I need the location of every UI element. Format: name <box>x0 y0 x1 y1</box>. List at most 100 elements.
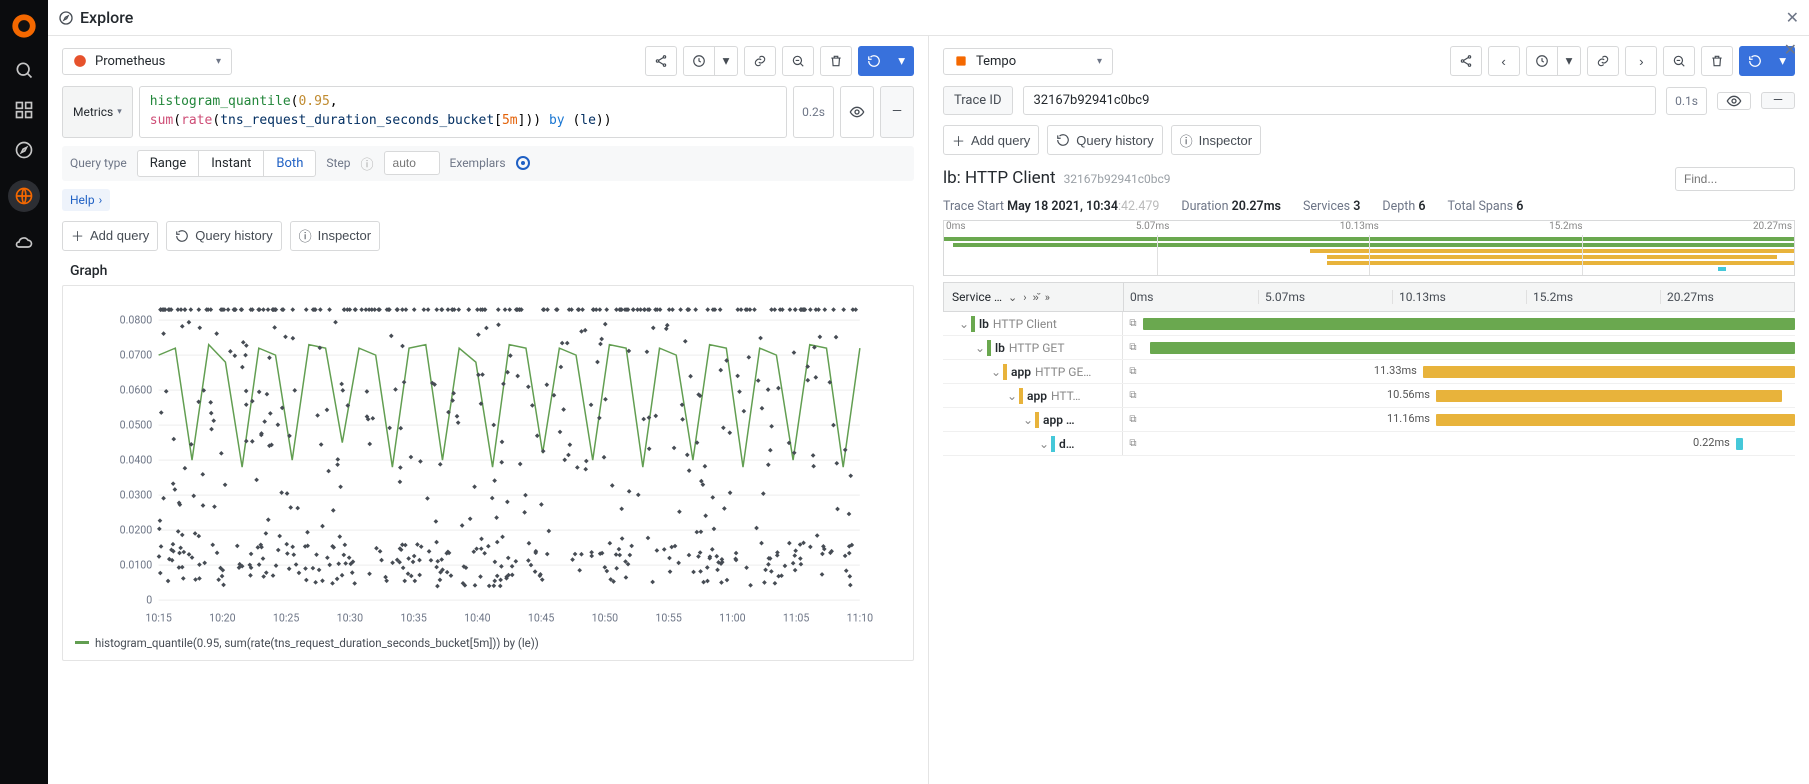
eye-icon[interactable] <box>1717 92 1751 110</box>
trace-minimap[interactable]: 0ms5.07ms10.13ms15.2ms20.27ms <box>943 220 1795 276</box>
span-op: HTTP Client <box>993 317 1057 331</box>
svg-text:10:40: 10:40 <box>464 611 490 624</box>
next-button[interactable]: › <box>1625 46 1657 76</box>
time-picker-button[interactable] <box>1526 46 1558 76</box>
query-editor[interactable]: histogram_quantile(0.95, sum(rate(tns_re… <box>139 86 787 138</box>
explore-header: Explore ✕ <box>48 0 1809 36</box>
datasource-picker-left[interactable]: Prometheus ▾ <box>62 48 232 75</box>
chevron-down-icon[interactable]: ⌄ <box>973 341 987 355</box>
graph-panel: 00.01000.02000.03000.04000.05000.06000.0… <box>62 285 914 661</box>
chevron-right-icon[interactable]: › <box>1023 291 1026 304</box>
find-input[interactable] <box>1675 167 1795 191</box>
search-icon[interactable] <box>14 60 34 80</box>
link-button[interactable] <box>744 46 776 76</box>
span-row[interactable]: ⌄ app HTTP GE… ⧉ 11.33ms <box>943 360 1795 384</box>
query-timing: 0.2s <box>793 86 834 138</box>
span-service: app <box>1011 365 1031 379</box>
log-icon[interactable]: ⧉ <box>1123 342 1143 353</box>
log-icon[interactable]: ⧉ <box>1123 366 1143 377</box>
trace-id-label: Trace ID <box>943 86 1013 115</box>
remove-query-button[interactable]: — <box>880 86 914 138</box>
svg-text:10:45: 10:45 <box>528 611 554 624</box>
help-button[interactable]: Help› <box>62 189 110 211</box>
metrics-browser-button[interactable]: Metrics▾ <box>62 86 133 138</box>
time-picker-button[interactable] <box>683 46 715 76</box>
chevron-down-icon: ▾ <box>117 107 122 117</box>
svg-text:0.0700: 0.0700 <box>120 348 153 361</box>
compass-icon <box>58 10 74 26</box>
inspector-button[interactable]: ⓘInspector <box>290 221 381 251</box>
zoom-out-button[interactable] <box>1663 46 1695 76</box>
query-history-button[interactable]: Query history <box>1047 125 1162 155</box>
span-color <box>1051 436 1055 452</box>
trace-id-input[interactable]: 32167b92941c0bc9 <box>1023 86 1657 115</box>
close-pane-icon[interactable]: ✕ <box>1784 40 1797 59</box>
span-service: d… <box>1059 437 1074 451</box>
span-service: lb <box>995 341 1005 355</box>
span-bar[interactable] <box>1436 390 1782 402</box>
chevron-down-icon[interactable]: ⌄ <box>1005 389 1019 403</box>
globe-icon[interactable] <box>8 180 40 212</box>
time-picker-dropdown[interactable]: ▾ <box>1558 46 1582 76</box>
inspector-button[interactable]: ⓘInspector <box>1171 125 1262 155</box>
run-button[interactable] <box>858 46 890 76</box>
chevron-down-icon: ▾ <box>216 56 221 67</box>
exemplars-toggle[interactable] <box>516 156 530 170</box>
span-bar[interactable] <box>1436 414 1795 426</box>
span-color <box>987 340 991 356</box>
chart-legend: histogram_quantile(0.95, sum(rate(tns_re… <box>69 632 907 654</box>
span-color <box>1003 364 1007 380</box>
collapse-all-icon[interactable]: »̌ <box>1033 291 1039 304</box>
span-op: HTTP GE… <box>1035 365 1091 379</box>
eye-icon[interactable] <box>840 86 874 138</box>
span-bar[interactable] <box>1736 438 1743 450</box>
query-type-toggle[interactable]: Range Instant Both <box>137 150 317 177</box>
span-row[interactable]: ⌄ lb HTTP GET ⧉ <box>943 336 1795 360</box>
clear-button[interactable] <box>1701 46 1733 76</box>
chart-canvas[interactable]: 00.01000.02000.03000.04000.05000.06000.0… <box>69 292 907 632</box>
log-icon[interactable]: ⧉ <box>1123 438 1143 449</box>
chevron-down-icon[interactable]: ⌄ <box>1021 413 1035 427</box>
query-history-button[interactable]: Query history <box>166 221 281 251</box>
span-row[interactable]: ⌄ lb HTTP Client ⧉ <box>943 312 1795 336</box>
span-bar[interactable] <box>1143 318 1795 330</box>
expand-all-icon[interactable]: » <box>1045 291 1050 304</box>
span-bar[interactable] <box>1423 366 1795 378</box>
span-row[interactable]: ⌄ app HTT… ⧉ 10.56ms <box>943 384 1795 408</box>
span-row[interactable]: ⌄ d… ⧉ 0.22ms <box>943 432 1795 456</box>
remove-query-button[interactable]: — <box>1761 92 1795 109</box>
share-button[interactable] <box>645 46 677 76</box>
share-button[interactable] <box>1450 46 1482 76</box>
dashboards-icon[interactable] <box>14 100 34 120</box>
compass-icon[interactable] <box>14 140 34 160</box>
time-picker-dropdown[interactable]: ▾ <box>715 46 739 76</box>
prev-button[interactable]: ‹ <box>1488 46 1520 76</box>
info-icon[interactable]: ⓘ <box>361 154 374 173</box>
svg-text:0.0800: 0.0800 <box>120 313 153 326</box>
datasource-picker-right[interactable]: Tempo ▾ <box>943 48 1113 75</box>
right-pane: ✕ Tempo ▾ ‹ ▾ › <box>929 36 1809 784</box>
graph-title: Graph <box>70 263 914 279</box>
chevron-down-icon[interactable]: ⌄ <box>957 317 971 331</box>
run-button[interactable] <box>1739 46 1771 76</box>
add-query-button[interactable]: ＋ Add query <box>62 221 158 251</box>
chevron-down-icon[interactable]: ⌄ <box>1008 291 1017 304</box>
span-row[interactable]: ⌄ app … ⧉ 11.16ms <box>943 408 1795 432</box>
chevron-down-icon[interactable]: ⌄ <box>1037 437 1051 451</box>
datasource-name: Tempo <box>976 54 1016 69</box>
log-icon[interactable]: ⧉ <box>1123 318 1143 329</box>
log-icon[interactable]: ⧉ <box>1123 414 1143 425</box>
close-icon[interactable]: ✕ <box>1786 8 1799 27</box>
log-icon[interactable]: ⧉ <box>1123 390 1143 401</box>
grafana-logo[interactable] <box>10 12 38 40</box>
clear-button[interactable] <box>820 46 852 76</box>
step-input[interactable] <box>384 151 440 175</box>
step-label: Step <box>326 156 350 170</box>
chevron-down-icon[interactable]: ⌄ <box>989 365 1003 379</box>
cloud-icon[interactable] <box>14 232 34 252</box>
zoom-out-button[interactable] <box>782 46 814 76</box>
run-dropdown[interactable]: ▾ <box>890 46 914 76</box>
span-bar[interactable] <box>1150 342 1795 354</box>
link-button[interactable] <box>1587 46 1619 76</box>
add-query-button[interactable]: ＋ Add query <box>943 125 1039 155</box>
